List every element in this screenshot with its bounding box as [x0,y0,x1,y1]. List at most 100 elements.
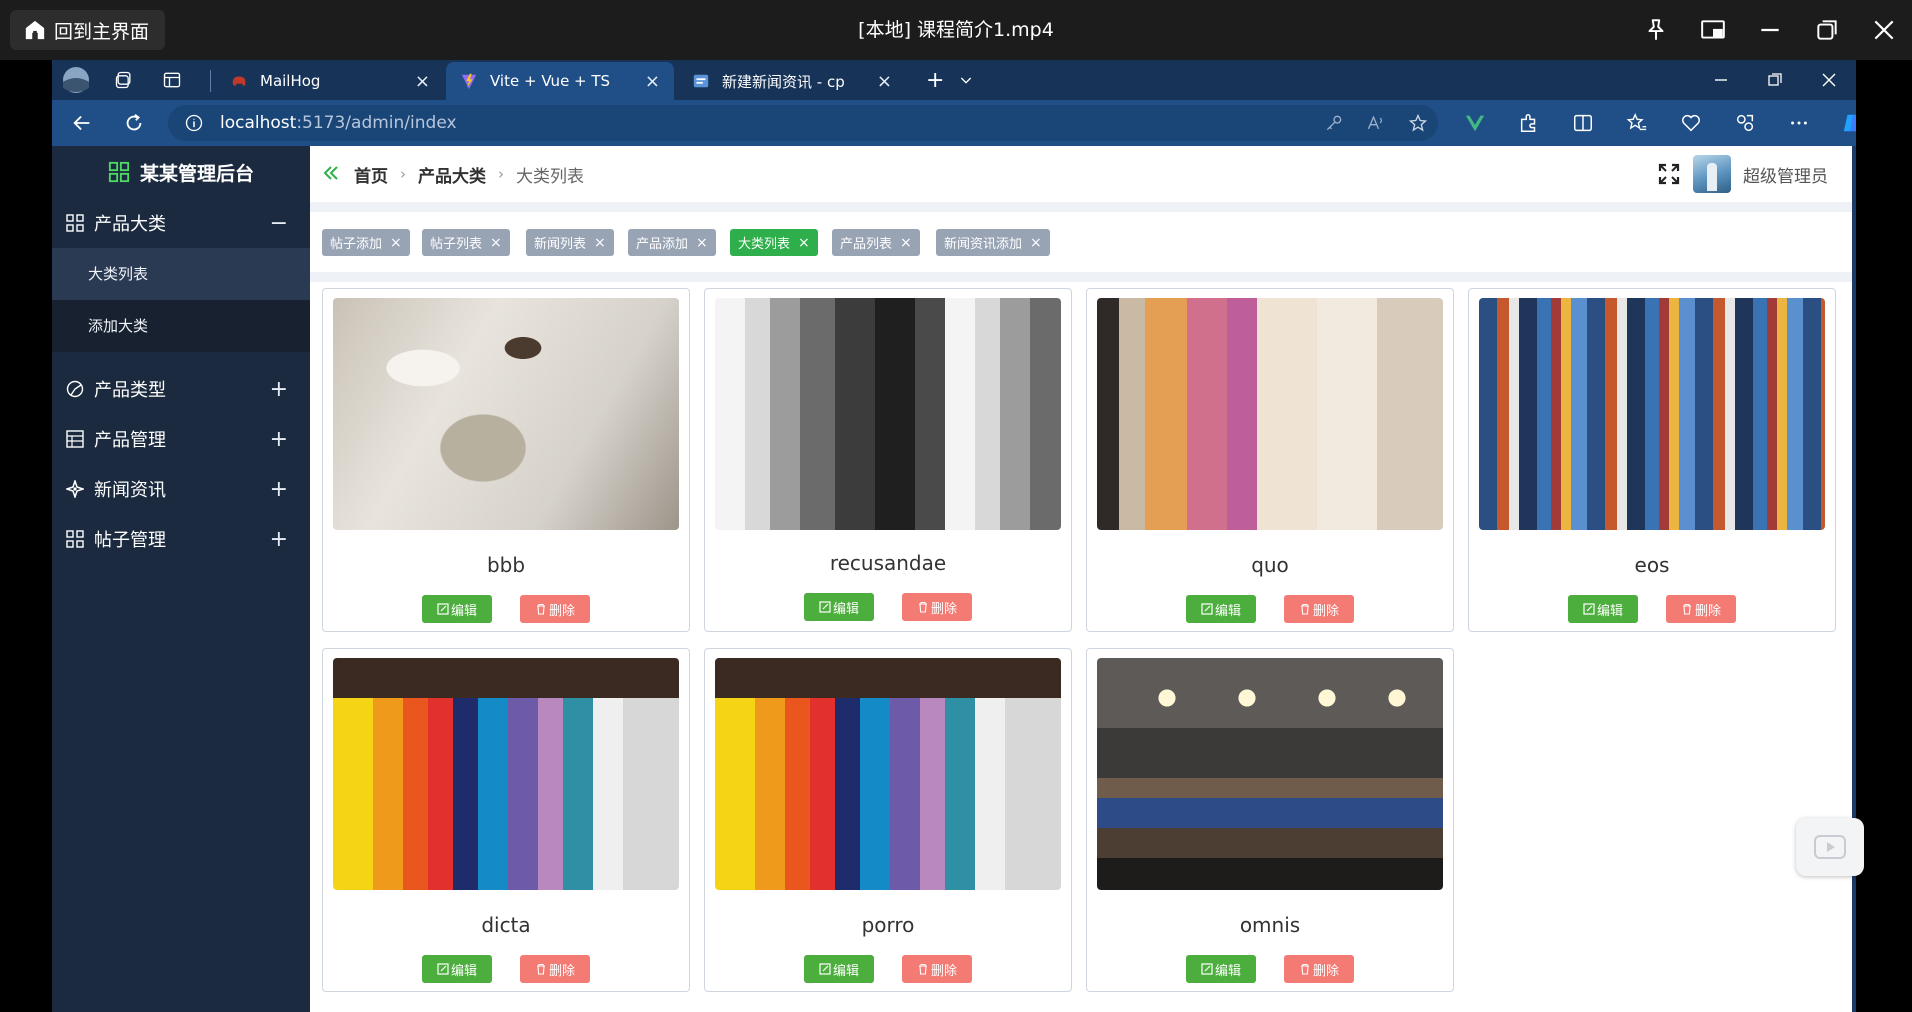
home-button[interactable]: 回到主界面 [10,10,166,50]
tag-news-add[interactable]: 新闻资讯添加 × [936,229,1050,256]
close-tag-icon[interactable]: × [490,235,502,251]
edit-button[interactable]: 编辑 [422,595,492,623]
close-tab-icon[interactable]: × [645,71,660,92]
sidebar-item-add-category[interactable]: 添加大类 [52,300,310,352]
edit-button[interactable]: 编辑 [804,955,874,983]
url-path: :5173/admin/index [296,113,457,133]
delete-button-label: 删除 [930,601,957,617]
chevron-down-icon[interactable] [958,72,974,88]
info-icon[interactable] [176,113,212,133]
tag-post-add[interactable]: 帖子添加 × [322,229,410,256]
browser-essentials-button[interactable] [1664,100,1718,146]
expand-toggle[interactable]: + [270,427,288,452]
collapse-toggle[interactable]: − [270,211,288,236]
edit-button-label: 编辑 [832,963,859,979]
tag-product-add[interactable]: 产品添加 × [628,229,716,256]
close-tab-icon[interactable]: × [415,71,430,92]
key-icon[interactable] [1324,113,1344,133]
delete-button[interactable]: 删除 [902,593,972,621]
mini-player-button[interactable] [1684,0,1741,60]
breadcrumb-home[interactable]: 首页 [354,162,388,187]
delete-button[interactable]: 删除 [1284,955,1354,983]
delete-button[interactable]: 删除 [1284,595,1354,623]
player-title-bar: 回到主界面 [本地] 课程简介1.mp4 [0,0,1912,60]
collections-button[interactable] [1718,100,1772,146]
sidebar: 某某管理后台 产品大类 − 大类列表 添加大类 产品类型 + 产品管理 + 新闻… [52,146,310,1012]
tag-news-list[interactable]: 新闻列表 × [526,229,614,256]
tag-label: 大类列表 [738,237,791,252]
profile-button[interactable] [52,60,100,100]
collections-icon [1736,114,1754,132]
pin-button[interactable] [1627,0,1684,60]
delete-button[interactable]: 删除 [520,955,590,983]
sidebar-item-product-management[interactable]: 产品管理 + [52,414,310,464]
sidebar-item-label: 产品管理 [94,430,166,451]
browser-restore-button[interactable] [1748,60,1802,100]
address-bar: localhost:5173/admin/index [52,100,1856,146]
close-button[interactable] [1855,0,1912,60]
edit-icon [819,601,831,613]
minimize-button[interactable] [1741,0,1798,60]
favorites-button[interactable] [1610,100,1664,146]
user-menu[interactable]: 超级管理员 [1657,146,1828,202]
tab-mailhog[interactable]: MailHog × [216,62,444,100]
sidebar-item-product-category[interactable]: 产品大类 − [52,198,310,248]
avatar[interactable] [1693,155,1731,193]
tab-news[interactable]: 新建新闻资讯 - cp × [678,62,906,100]
read-aloud-icon[interactable] [1366,113,1386,133]
edit-button-label: 编辑 [1596,603,1623,619]
url-field[interactable]: localhost:5173/admin/index [168,105,1438,141]
close-tag-icon[interactable]: × [798,235,810,251]
floating-play-button[interactable] [1796,818,1864,876]
edit-button[interactable]: 编辑 [422,955,492,983]
tag-category-list[interactable]: 大类列表 × [730,229,818,256]
close-tag-icon[interactable]: × [1030,235,1042,251]
sidebar-item-posts[interactable]: 帖子管理 + [52,514,310,564]
sidebar-item-news[interactable]: 新闻资讯 + [52,464,310,514]
sidebar-item-category-list[interactable]: 大类列表 [52,248,310,300]
edit-button[interactable]: 编辑 [1568,595,1638,623]
browser-close-button[interactable] [1802,60,1856,100]
minimize-icon [1760,28,1779,32]
refresh-button[interactable] [110,100,158,146]
sidebar-item-product-type[interactable]: 产品类型 + [52,364,310,414]
browser-minimize-button[interactable] [1694,60,1748,100]
vue-devtools-button[interactable] [1448,100,1502,146]
delete-button[interactable]: 删除 [520,595,590,623]
expand-toggle[interactable]: + [270,377,288,402]
category-image [333,298,679,530]
edit-button[interactable]: 编辑 [804,593,874,621]
close-tag-icon[interactable]: × [390,235,402,251]
split-screen-button[interactable] [1556,100,1610,146]
copilot-button[interactable] [1826,100,1856,146]
expand-toggle[interactable]: + [270,477,288,502]
tab-vite[interactable]: Vite + Vue + TS × [446,62,674,100]
new-tab-button[interactable]: + [926,68,944,93]
tab-actions-button[interactable] [148,60,196,100]
tag-product-list[interactable]: 产品列表 × [832,229,920,256]
double-chevron-left-icon[interactable] [320,162,342,184]
favorite-star-icon[interactable] [1408,113,1428,133]
tag-post-list[interactable]: 帖子列表 × [422,229,510,256]
trash-icon [1300,603,1309,615]
edit-button-label: 编辑 [450,963,477,979]
edit-button[interactable]: 编辑 [1186,595,1256,623]
more-button[interactable] [1772,100,1826,146]
close-tag-icon[interactable]: × [696,235,708,251]
restore-button[interactable] [1798,0,1855,60]
close-tag-icon[interactable]: × [900,235,912,251]
fullscreen-icon[interactable] [1657,162,1681,186]
expand-toggle[interactable]: + [270,527,288,552]
breadcrumb-category[interactable]: 产品大类 [418,162,486,187]
workspaces-button[interactable] [100,60,148,100]
delete-button[interactable]: 删除 [1666,595,1736,623]
delete-button[interactable]: 删除 [902,955,972,983]
extensions-button[interactable] [1502,100,1556,146]
close-tag-icon[interactable]: × [594,235,606,251]
back-button[interactable] [58,100,106,146]
close-tab-icon[interactable]: × [877,71,892,92]
user-name[interactable]: 超级管理员 [1743,162,1828,187]
category-name: omnis [1239,913,1301,937]
edit-button[interactable]: 编辑 [1186,955,1256,983]
submenu-product-category: 大类列表 添加大类 [52,248,310,352]
